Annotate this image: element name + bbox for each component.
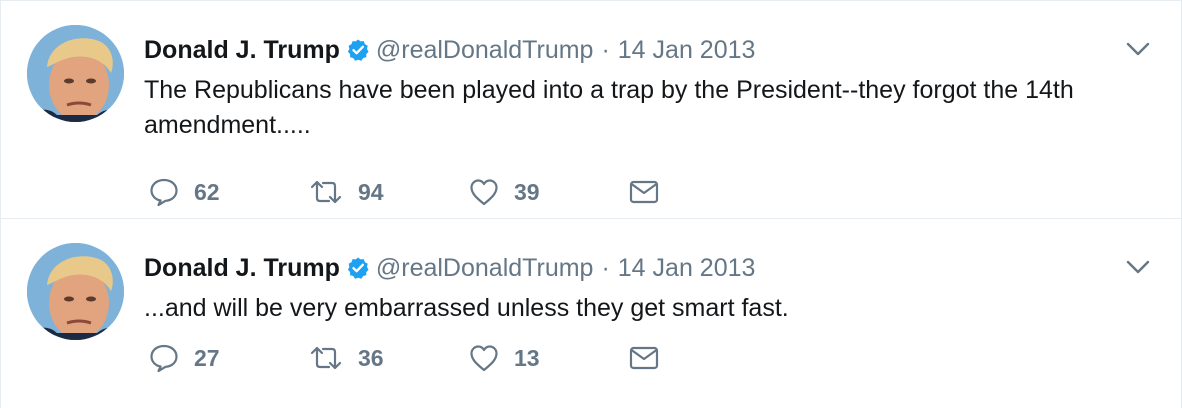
avatar[interactable] <box>27 25 124 122</box>
tweet[interactable]: Donald J. Trump @realDonaldTrump · 14 Ja… <box>1 1 1181 219</box>
reply-count: 27 <box>194 344 220 371</box>
author-name[interactable]: Donald J. Trump <box>144 36 340 65</box>
like-count: 13 <box>514 344 540 371</box>
tweet-actions: 62 94 39 <box>148 175 788 209</box>
tweet-date[interactable]: 14 Jan 2013 <box>618 254 756 283</box>
tweet-date[interactable]: 14 Jan 2013 <box>618 36 756 65</box>
tweet-text: The Republicans have been played into a … <box>144 76 1074 139</box>
reply-button[interactable]: 62 <box>148 176 308 208</box>
reply-icon <box>148 176 180 208</box>
chevron-down-icon[interactable] <box>1125 39 1151 59</box>
retweet-icon <box>308 342 344 374</box>
retweet-count: 36 <box>358 344 384 371</box>
direct-message-button[interactable] <box>628 342 788 374</box>
reply-count: 62 <box>194 178 220 205</box>
author-handle[interactable]: @realDonaldTrump <box>376 254 594 283</box>
chevron-down-icon[interactable] <box>1125 257 1151 277</box>
tweet-text: ...and will be very embarrassed unless t… <box>144 294 789 322</box>
retweet-button[interactable]: 36 <box>308 342 468 374</box>
tweet-actions: 27 36 13 <box>148 341 788 375</box>
reply-icon <box>148 342 180 374</box>
retweet-count: 94 <box>358 178 384 205</box>
direct-message-button[interactable] <box>628 176 788 208</box>
retweet-button[interactable]: 94 <box>308 176 468 208</box>
tweet[interactable]: Donald J. Trump @realDonaldTrump · 14 Ja… <box>1 219 1181 408</box>
tweet-timeline: Donald J. Trump @realDonaldTrump · 14 Ja… <box>0 0 1182 408</box>
verified-badge-icon <box>346 38 370 62</box>
heart-icon <box>468 176 500 208</box>
avatar[interactable] <box>27 243 124 340</box>
separator-dot: · <box>601 35 610 64</box>
author-name[interactable]: Donald J. Trump <box>144 254 340 283</box>
separator-dot: · <box>601 253 610 282</box>
like-count: 39 <box>514 178 540 205</box>
like-button[interactable]: 13 <box>468 342 628 374</box>
envelope-icon <box>628 342 660 374</box>
reply-button[interactable]: 27 <box>148 342 308 374</box>
retweet-icon <box>308 176 344 208</box>
tweet-header: Donald J. Trump @realDonaldTrump · 14 Ja… <box>144 253 755 283</box>
like-button[interactable]: 39 <box>468 176 628 208</box>
verified-badge-icon <box>346 256 370 280</box>
author-handle[interactable]: @realDonaldTrump <box>376 36 594 65</box>
heart-icon <box>468 342 500 374</box>
tweet-header: Donald J. Trump @realDonaldTrump · 14 Ja… <box>144 35 755 65</box>
envelope-icon <box>628 176 660 208</box>
